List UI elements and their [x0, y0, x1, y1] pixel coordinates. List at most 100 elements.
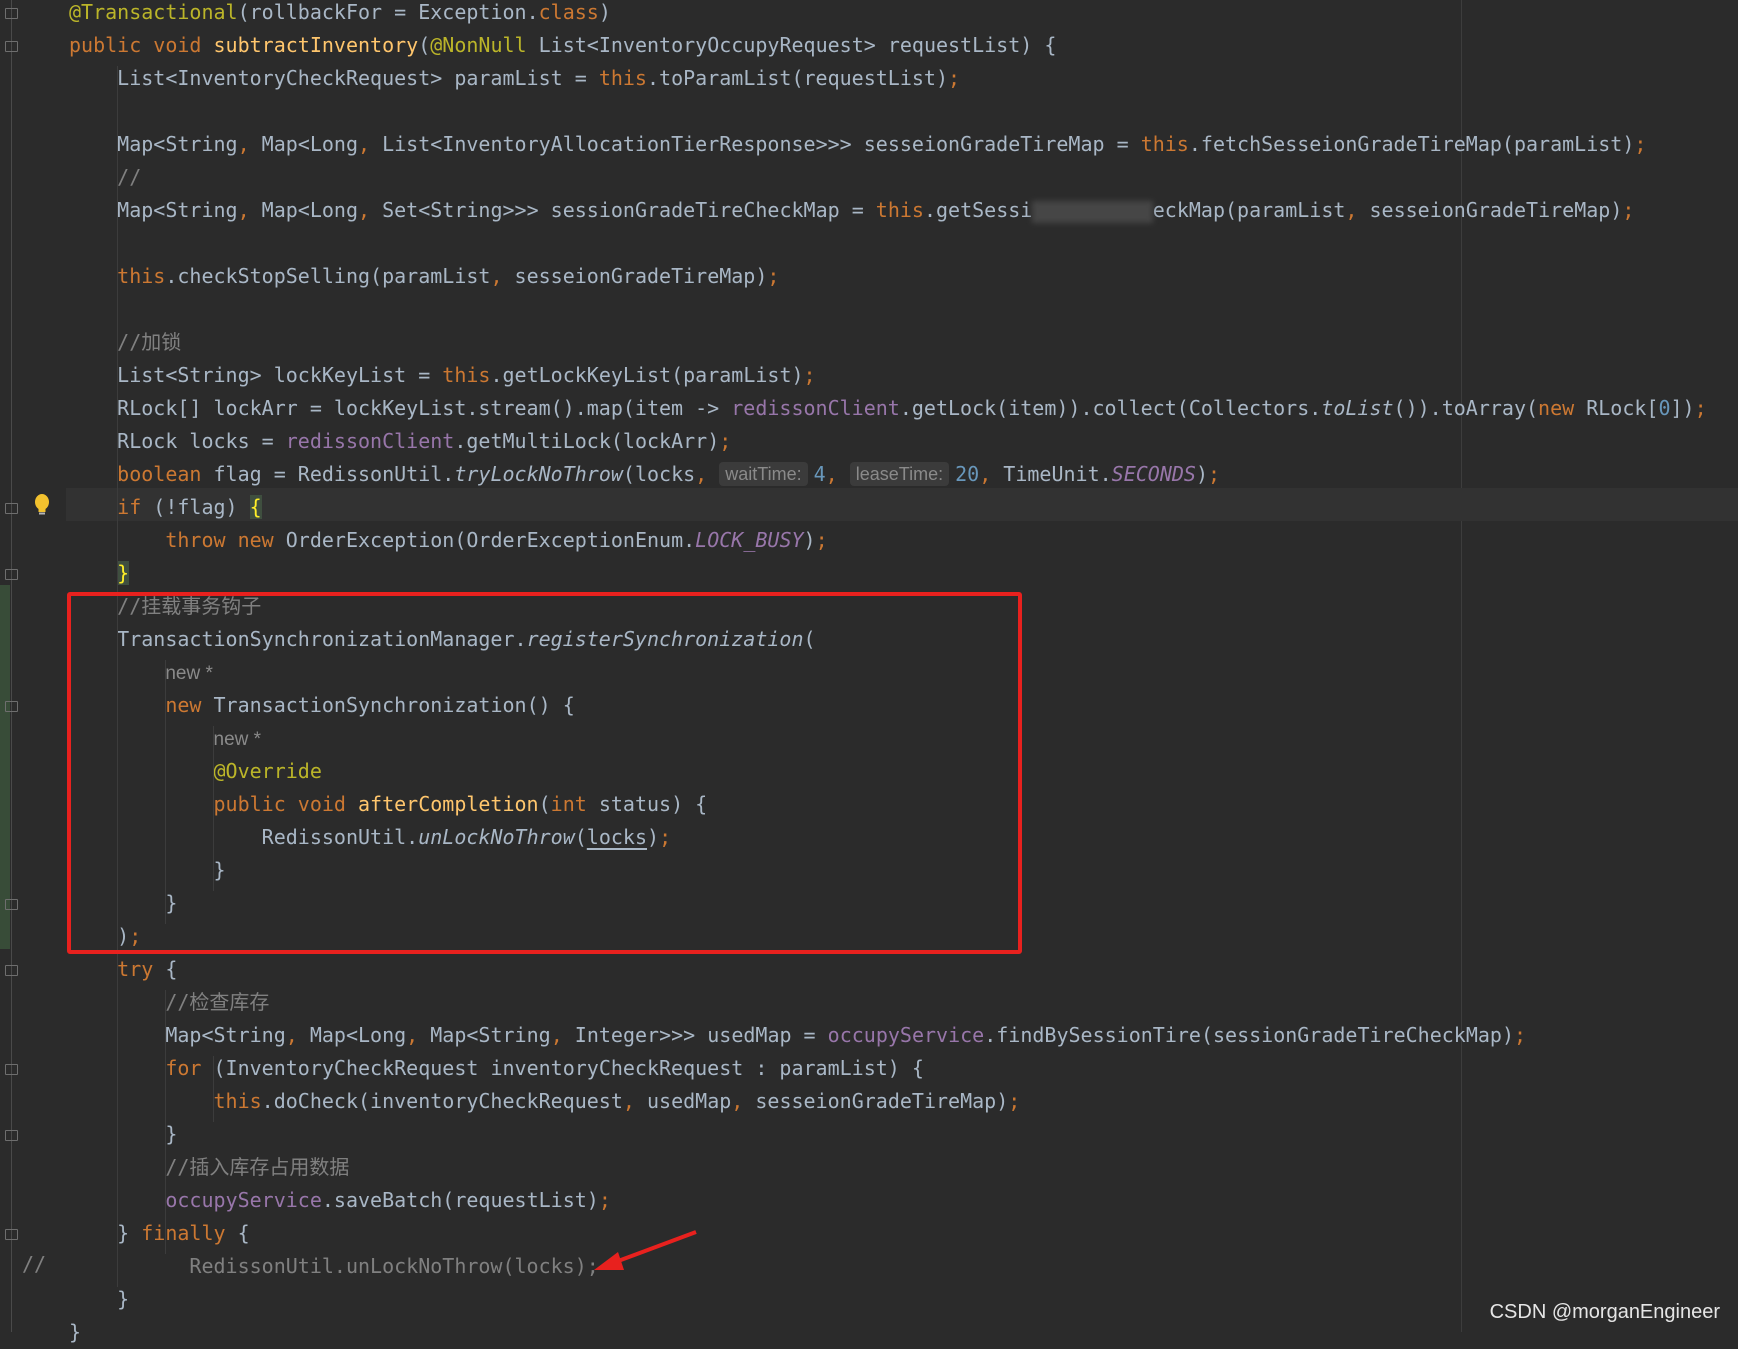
code-token: (InventoryCheckRequest inventoryCheckReq…	[213, 1056, 924, 1080]
code-token: ;	[1008, 1089, 1021, 1113]
code-token: TimeUnit.	[1003, 462, 1112, 486]
code-token: new	[1538, 396, 1587, 420]
code-token: }	[69, 1287, 130, 1311]
code-line[interactable]: }	[69, 1316, 81, 1349]
code-line[interactable]: } finally {	[69, 1217, 250, 1250]
code-token: this	[875, 198, 924, 222]
code-token: Set<String>>> sessionGradeTireCheckMap =	[382, 198, 876, 222]
code-token: List<String> lockKeyList =	[69, 363, 443, 387]
code-line[interactable]: List<InventoryCheckRequest> paramList = …	[69, 62, 960, 95]
code-token: //	[69, 165, 142, 189]
code-token: .fetchSesseionGradeTireMap(paramList)	[1188, 132, 1635, 156]
code-token: throw new	[69, 528, 286, 552]
code-line[interactable]: RLock locks = redissonClient.getMultiLoc…	[69, 425, 731, 458]
code-line[interactable]: RLock[] lockArr = lockKeyList.stream().m…	[69, 392, 1707, 425]
code-token: ,	[237, 132, 262, 156]
code-token: boolean	[69, 462, 214, 486]
code-token: occupyService	[69, 1188, 322, 1212]
code-token: .getSessi	[923, 198, 1033, 222]
code-line[interactable]: if (!flag) {	[69, 491, 262, 524]
code-token: Map<String	[69, 1023, 286, 1047]
code-line[interactable]: Map<String, Map<Long, List<InventoryAllo…	[69, 128, 1646, 161]
code-token: List<InventoryAllocationTierResponse>>> …	[382, 132, 1141, 156]
code-line[interactable]: throw new OrderException(OrderExceptionE…	[69, 524, 828, 557]
annotation-highlight-box	[67, 592, 1022, 954]
code-token: .toParamList(requestList)	[646, 66, 949, 90]
code-token: public void	[69, 33, 214, 57]
code-token: }	[69, 1221, 142, 1245]
code-token: RedissonUtil.unLockNoThrow(locks);	[69, 1254, 599, 1278]
code-token: }	[117, 561, 130, 585]
code-token: ,	[237, 198, 262, 222]
code-token: tryLockNoThrow	[454, 462, 623, 486]
code-line[interactable]: public void subtractInventory(@NonNull L…	[69, 29, 1056, 62]
code-line[interactable]: //检查库存	[69, 986, 269, 1019]
code-token: )	[803, 528, 816, 552]
code-token: .getMultiLock(lockArr)	[454, 429, 720, 453]
code-token: {	[165, 957, 178, 981]
code-token: RLock[] lockArr = lockKeyList.stream().m…	[69, 396, 732, 420]
code-token: 4	[813, 462, 826, 486]
code-token: flag = RedissonUtil.	[213, 462, 455, 486]
code-token: .doCheck(inventoryCheckRequest	[261, 1089, 623, 1113]
code-token: ;	[803, 363, 816, 387]
code-token: ;	[767, 264, 780, 288]
code-line[interactable]: try {	[69, 953, 177, 986]
code-line[interactable]: }	[69, 1118, 177, 1151]
parameter-hint: waitTime:	[719, 462, 808, 486]
code-token: .getLockKeyList(paramList)	[490, 363, 804, 387]
code-token: Integer>>> usedMap =	[574, 1023, 828, 1047]
code-line[interactable]: @Transactional(rollbackFor = Exception.c…	[69, 0, 611, 29]
code-line[interactable]: this.checkStopSelling(paramList, sesseio…	[69, 260, 779, 293]
code-line[interactable]: }	[69, 1283, 129, 1316]
code-line[interactable]: occupyService.saveBatch(requestList);	[69, 1184, 611, 1217]
code-token: this	[1140, 132, 1189, 156]
code-line[interactable]: Map<String, Map<Long, Map<String, Intege…	[69, 1019, 1526, 1052]
code-line[interactable]: List<String> lockKeyList = this.getLockK…	[69, 359, 816, 392]
code-token: RLock[	[1586, 396, 1659, 420]
code-token: Map<String	[69, 198, 238, 222]
code-token: if	[69, 495, 154, 519]
code-token: .saveBatch(requestList)	[321, 1188, 599, 1212]
code-token: class	[538, 0, 599, 24]
code-line[interactable]: //插入库存占用数据	[69, 1151, 349, 1184]
code-token: //	[69, 330, 142, 354]
code-token: this	[442, 363, 491, 387]
code-token: {	[237, 1221, 250, 1245]
code-token: ;	[815, 528, 828, 552]
code-line[interactable]: //	[69, 161, 141, 194]
code-token: List<InventoryCheckRequest> paramList =	[69, 66, 599, 90]
code-line[interactable]: //加锁	[69, 326, 181, 359]
code-token: ;	[1634, 132, 1647, 156]
code-token: ,	[358, 132, 383, 156]
code-line[interactable]: RedissonUtil.unLockNoThrow(locks);	[69, 1250, 599, 1283]
watermark: CSDN @morganEngineer	[1489, 1301, 1720, 1323]
code-token: //	[69, 1155, 190, 1179]
code-token: 加锁	[141, 330, 182, 354]
code-token: 0	[1658, 396, 1671, 420]
code-line[interactable]: boolean flag = RedissonUtil.tryLockNoThr…	[69, 458, 1220, 491]
code-token: .findBySessionTire(sessionGradeTireCheck…	[984, 1023, 1515, 1047]
code-line[interactable]: this.doCheck(inventoryCheckRequest, used…	[69, 1085, 1020, 1118]
code-token: SECONDS	[1111, 462, 1196, 486]
code-token: Map<Long	[261, 198, 358, 222]
code-token: 检查库存	[189, 990, 270, 1014]
lightbulb-intention-icon[interactable]	[32, 493, 52, 517]
code-token: //	[69, 990, 190, 1014]
code-token: ,	[979, 462, 1004, 486]
code-line[interactable]: Map<String, Map<Long, Set<String>>> sess…	[69, 194, 1634, 227]
code-line[interactable]: }	[69, 557, 130, 590]
code-token: .getLock(item)).collect(Collectors.	[899, 396, 1322, 420]
code-token: LOCK_BUSY	[695, 528, 804, 552]
code-token: ;	[1694, 396, 1707, 420]
code-token: ,	[285, 1023, 310, 1047]
code-token: ;	[598, 1188, 611, 1212]
code-token: Map<String	[430, 1023, 551, 1047]
code-token: subtractInventory	[213, 33, 419, 57]
code-token: ,	[358, 198, 383, 222]
code-line[interactable]: for (InventoryCheckRequest inventoryChec…	[69, 1052, 924, 1085]
code-token: ;	[948, 66, 961, 90]
code-token: (!flag)	[153, 495, 250, 519]
code-token: @Transactional	[69, 0, 238, 24]
